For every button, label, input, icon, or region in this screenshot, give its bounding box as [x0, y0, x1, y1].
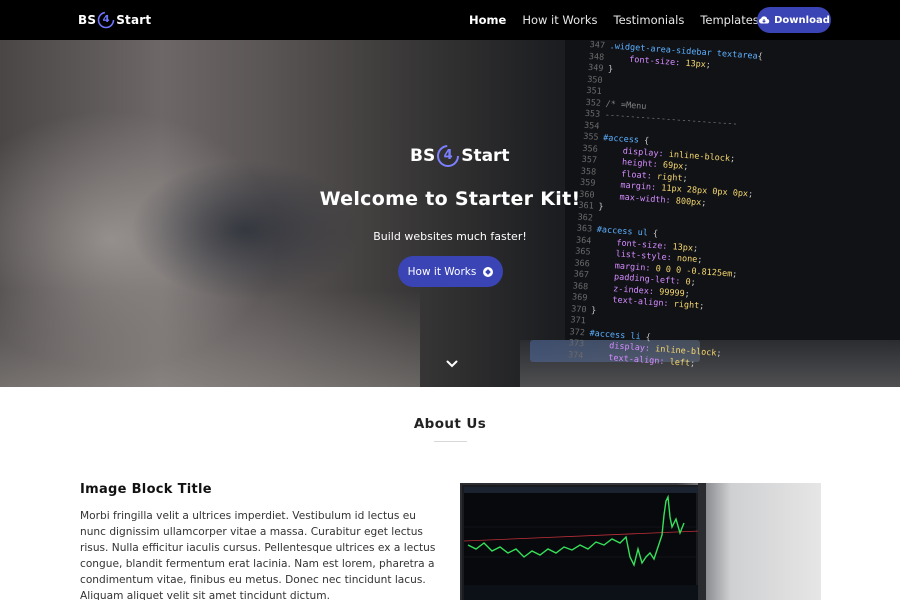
hero-logo: BS 4 Start	[410, 144, 510, 168]
download-button-label: Download	[774, 14, 830, 26]
nav-link-home[interactable]: Home	[469, 13, 506, 27]
about-title: About Us	[413, 416, 487, 432]
trading-monitor	[462, 485, 701, 600]
hero-logo-ring: 4	[436, 144, 460, 168]
hero-subtitle: Build websites much faster!	[373, 230, 527, 243]
brand-logo-middle: 4	[102, 14, 110, 25]
hero-background-blur	[0, 290, 420, 387]
chevron-down-icon[interactable]	[446, 358, 458, 370]
nav-link-how-it-works[interactable]: How it Works	[522, 13, 597, 27]
hero-section: 347 .widget-area-sidebar textarea{ 348 fo…	[0, 40, 900, 387]
about-divider	[434, 441, 467, 442]
hero-logo-middle: 4	[443, 148, 453, 163]
nav-link-templates-label: Templates	[700, 13, 759, 27]
hero-title: Welcome to Starter Kit!	[319, 188, 581, 210]
stock-chart-graphic	[463, 487, 701, 600]
laptop-edge	[698, 483, 706, 600]
compass-icon	[483, 266, 494, 277]
brand-logo-ring: 4	[97, 11, 115, 29]
image-block-text: Morbi fringilla velit a ultrices imperdi…	[80, 510, 436, 600]
nav-links: Home How it Works Testimonials Templates	[469, 0, 785, 40]
cloud-download-icon	[759, 16, 770, 24]
how-it-works-button-label: How it Works	[407, 265, 477, 278]
hero-logo-left: BS	[410, 146, 436, 166]
navbar: BS 4 Start Home How it Works Testimonial…	[0, 0, 900, 40]
image-block-title: Image Block Title	[80, 482, 212, 497]
how-it-works-button[interactable]: How it Works	[398, 256, 503, 287]
brand-logo[interactable]: BS 4 Start	[78, 11, 151, 29]
brand-logo-right: Start	[116, 13, 152, 27]
download-button[interactable]: Download	[757, 7, 831, 33]
nav-link-testimonials[interactable]: Testimonials	[614, 13, 685, 27]
image-block-picture	[460, 483, 821, 600]
hero-logo-right: Start	[461, 146, 510, 166]
brand-logo-left: BS	[78, 13, 97, 27]
